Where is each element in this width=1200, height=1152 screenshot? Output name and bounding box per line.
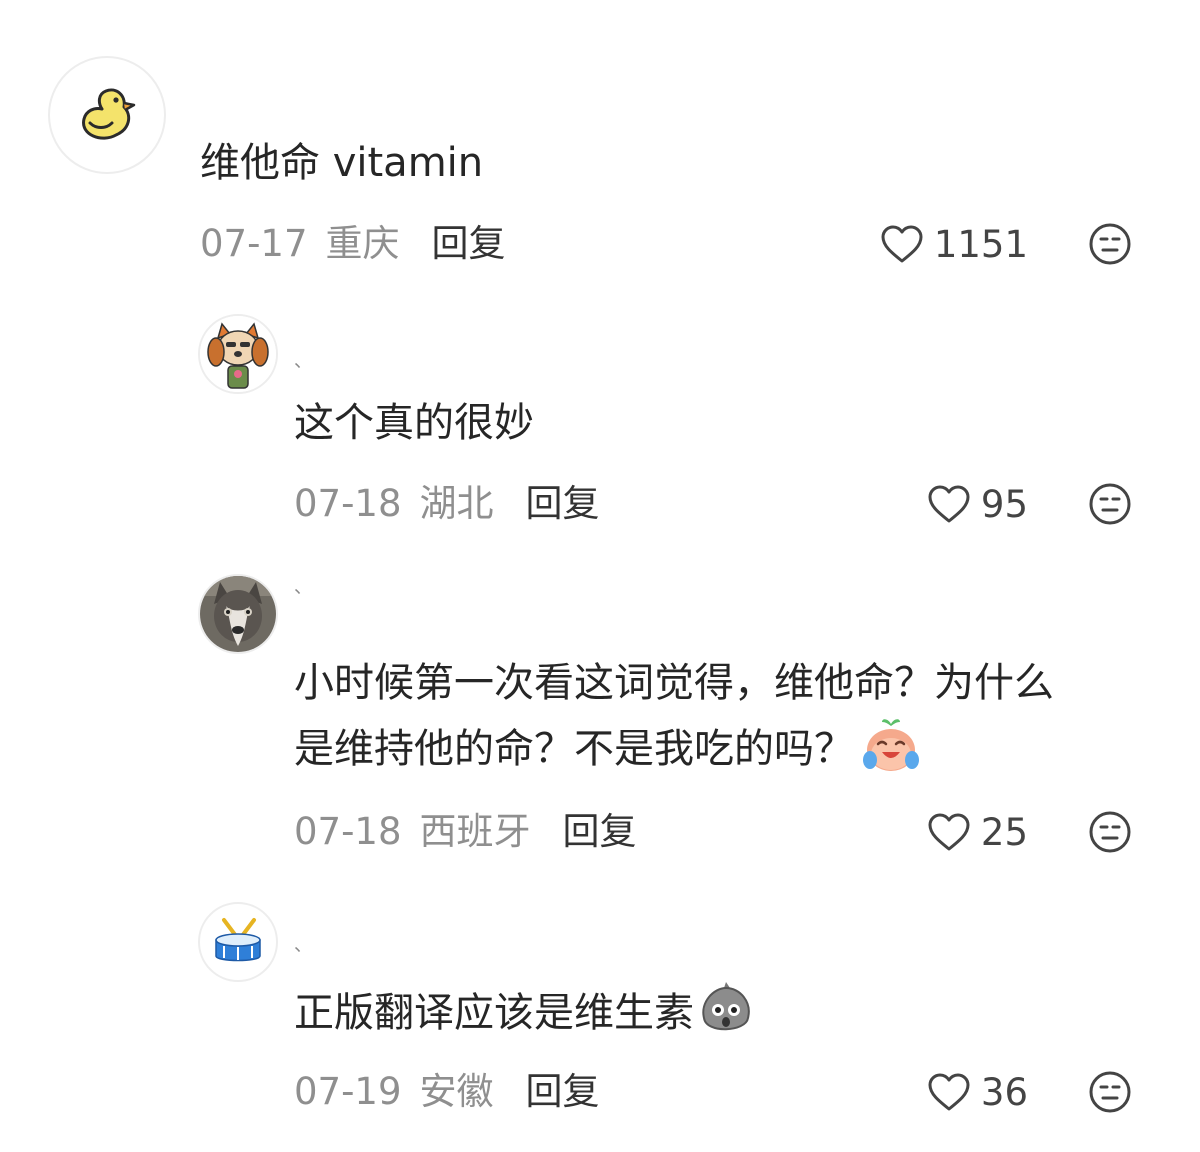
comment-location: 湖北: [419, 482, 494, 525]
like-button[interactable]: 25: [927, 808, 1028, 856]
comment-username: 、: [294, 577, 312, 598]
comment-location: 安徽: [419, 1070, 494, 1113]
neutral-face-icon[interactable]: [1088, 810, 1132, 854]
avatar[interactable]: [48, 56, 166, 174]
comment-date: 07-19: [294, 1070, 402, 1113]
avatar[interactable]: [198, 902, 278, 982]
comment-location: 重庆: [325, 222, 400, 265]
comment-text: 正版翻译应该是维生素: [294, 978, 756, 1046]
comment-meta: 07-19 安徽 回复: [294, 1068, 600, 1116]
heart-icon: [928, 1073, 970, 1111]
comment-date: 07-17: [200, 222, 308, 265]
reply-button[interactable]: 回复: [432, 222, 506, 265]
like-count: 1151: [933, 222, 1028, 266]
neutral-face-icon[interactable]: [1088, 482, 1132, 526]
neutral-face-icon[interactable]: [1088, 222, 1132, 266]
like-button[interactable]: 36: [927, 1068, 1028, 1116]
laugh-cry-peach-emoji: [863, 719, 919, 771]
shocked-rock-emoji: [702, 982, 750, 1031]
comment-text-line: 正版翻译应该是维生素: [294, 978, 756, 1046]
avatar[interactable]: [198, 574, 278, 654]
comment-username: 、: [294, 351, 312, 372]
drum-icon: [215, 918, 261, 962]
comment-text-line: 维他命 vitamin: [200, 140, 484, 186]
comment-meta: 07-17 重庆 回复: [200, 220, 506, 268]
comment-meta: 07-18 湖北 回复: [294, 480, 600, 528]
reply-button[interactable]: 回复: [526, 482, 600, 525]
reply-button[interactable]: 回复: [563, 810, 637, 853]
comment-text-line: 是维持他的命？不是我吃的吗？: [294, 716, 1054, 782]
comment-date: 07-18: [294, 810, 402, 853]
like-count: 95: [980, 482, 1028, 526]
chick-icon: [82, 88, 136, 140]
comment-username: 、: [294, 935, 312, 956]
like-count: 36: [980, 1070, 1028, 1114]
avatar[interactable]: [198, 314, 278, 394]
like-count: 25: [980, 810, 1028, 854]
comment-text-line: 这个真的很妙: [294, 400, 534, 446]
dog-cartoon-avatar: [200, 316, 276, 392]
husky-photo-avatar: [200, 576, 276, 652]
comment-text: 维他命 vitamin: [200, 130, 483, 196]
heart-icon: [928, 813, 970, 851]
comment-text: 小时候第一次看这词觉得，维他命？为什么 是维持他的命？不是我吃的吗？: [294, 650, 1054, 782]
comment-date: 07-18: [294, 482, 402, 525]
comment-text: 这个真的很妙: [294, 390, 534, 456]
like-button[interactable]: 1151: [880, 220, 1028, 268]
comment-text-line: 小时候第一次看这词觉得，维他命？为什么: [294, 660, 1054, 706]
heart-icon: [881, 225, 923, 263]
comment-meta: 07-18 西班牙 回复: [294, 808, 637, 856]
neutral-face-icon[interactable]: [1088, 1070, 1132, 1114]
comment-location: 西班牙: [419, 810, 531, 853]
reply-button[interactable]: 回复: [526, 1070, 600, 1113]
heart-icon: [928, 485, 970, 523]
like-button[interactable]: 95: [927, 480, 1028, 528]
